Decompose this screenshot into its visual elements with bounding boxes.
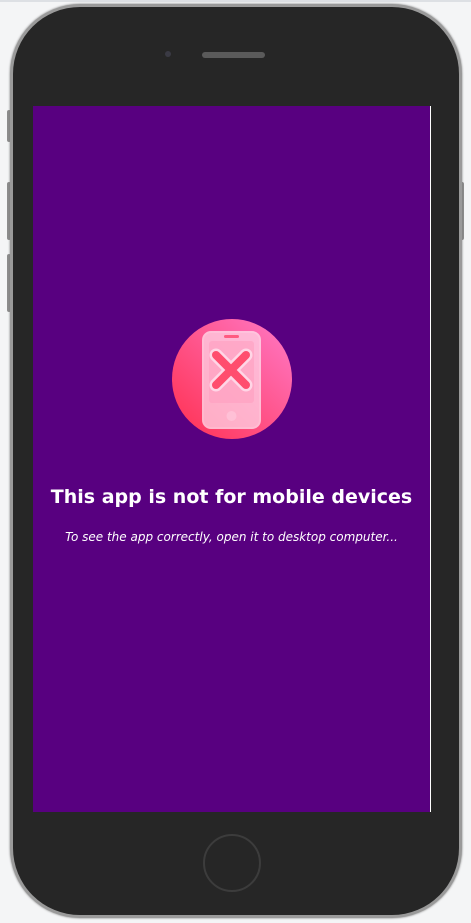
browser-top-edge bbox=[0, 0, 471, 2]
message-subtitle: To see the app correctly, open it to des… bbox=[65, 530, 398, 544]
front-camera bbox=[165, 51, 171, 57]
message-title: This app is not for mobile devices bbox=[50, 486, 413, 508]
phone-screen: This app is not for mobile devices To se… bbox=[33, 106, 431, 812]
earpiece-speaker bbox=[202, 52, 265, 58]
mobile-blocked-icon bbox=[172, 319, 292, 439]
home-button[interactable] bbox=[203, 834, 261, 892]
